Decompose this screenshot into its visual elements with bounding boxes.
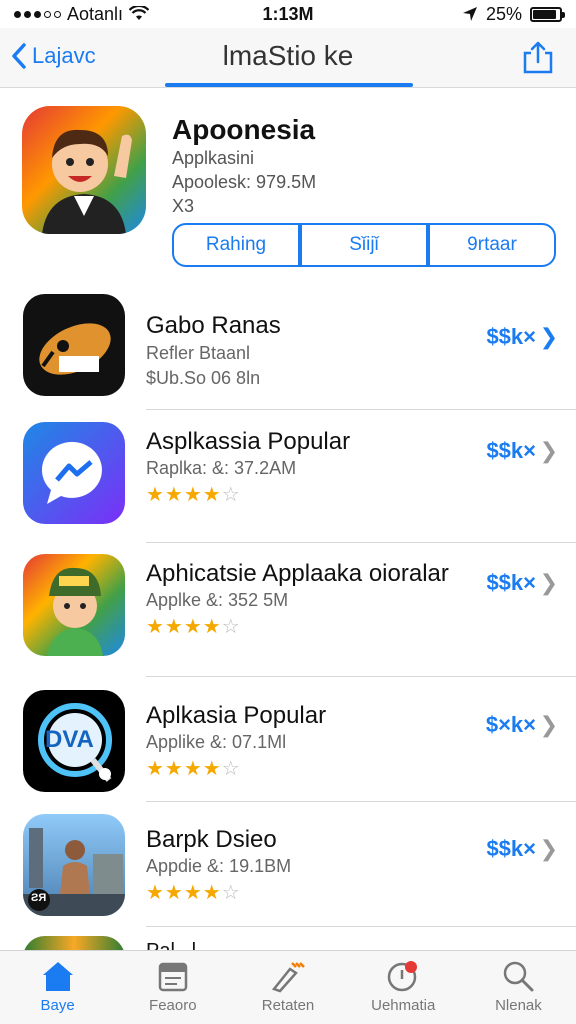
app-icon-badge: ƧЯ bbox=[31, 892, 47, 904]
app-price[interactable]: $$k× bbox=[486, 836, 536, 862]
tab-label: Feaoro bbox=[149, 997, 197, 1014]
app-extra: $Ub.So 06 8ln bbox=[146, 368, 261, 388]
segment-rating[interactable]: Rahing bbox=[172, 223, 300, 267]
list-item[interactable]: Aphicatsie Applaaka oioralar Applke &: 3… bbox=[0, 554, 576, 686]
share-button[interactable] bbox=[520, 40, 556, 76]
updates-icon bbox=[387, 961, 418, 992]
app-name: Barpk Dsieo bbox=[146, 826, 277, 853]
tab-search[interactable]: Nlenak bbox=[461, 951, 576, 1024]
app-meta: Applike &: 07.1Ml bbox=[146, 732, 287, 752]
list-item[interactable]: Gabo Ranas Refler Btaanl $Ub.So 06 8ln $… bbox=[0, 294, 576, 426]
tab-updates[interactable]: Uehmatia bbox=[346, 951, 461, 1024]
tab-label: Nlenak bbox=[495, 997, 542, 1014]
app-icon-logo: DVA bbox=[45, 726, 94, 753]
app-price[interactable]: $$k× bbox=[486, 438, 536, 464]
segment-right[interactable]: 9rtaar bbox=[428, 223, 556, 267]
featured-app-age: X3 bbox=[172, 196, 195, 216]
featured-app-icon[interactable] bbox=[22, 106, 146, 234]
star-rating: ★★★★☆ bbox=[146, 758, 241, 780]
row-divider bbox=[146, 542, 576, 543]
share-icon bbox=[523, 41, 553, 74]
app-name: Asplkassia Popular bbox=[146, 428, 351, 455]
app-icon bbox=[23, 294, 125, 396]
title-underline bbox=[165, 83, 413, 87]
featured-app-size: Apoolesk: 979.5M bbox=[172, 172, 317, 192]
star-rating: ★★★★☆ bbox=[146, 616, 241, 638]
battery-percent: 25% bbox=[485, 3, 522, 24]
home-icon bbox=[42, 962, 73, 991]
categories-icon bbox=[271, 962, 305, 993]
featured-app-name: Apoonesia bbox=[172, 114, 316, 145]
page-title: lmaStio ke bbox=[222, 40, 354, 71]
status-left: Aotanlı bbox=[14, 4, 214, 25]
status-right: 25% bbox=[362, 3, 565, 25]
segmented-control: Rahing Sǐijǐ 9rtaar bbox=[172, 223, 556, 267]
nav-bar: Lajavc lmaStio ke bbox=[0, 28, 576, 88]
tab-home[interactable]: Baye bbox=[0, 951, 115, 1024]
chevron-right-icon: ❯ bbox=[539, 712, 558, 737]
chevron-right-icon: ❯ bbox=[539, 570, 558, 595]
app-price[interactable]: $$k× bbox=[486, 324, 536, 350]
tab-label: Uehmatia bbox=[371, 997, 436, 1014]
tab-featured[interactable]: Feaoro bbox=[115, 951, 230, 1024]
chevron-right-icon: ❯ bbox=[539, 438, 558, 463]
battery-fill bbox=[533, 9, 557, 19]
chevron-right-icon: ❯ bbox=[539, 324, 558, 349]
app-price[interactable]: $$k× bbox=[486, 570, 536, 596]
status-bar: Aotanlı 1:13M 25% bbox=[0, 0, 576, 28]
chevron-right-icon: ❯ bbox=[539, 836, 558, 861]
carrier-label: Aotanlı bbox=[67, 3, 124, 24]
segment-middle[interactable]: Sǐijǐ bbox=[300, 223, 428, 267]
app-icon bbox=[23, 554, 125, 656]
app-icon: DVA bbox=[23, 690, 125, 792]
location-icon bbox=[462, 7, 477, 21]
app-meta: Applke &: 352 5M bbox=[146, 590, 289, 610]
row-divider bbox=[146, 409, 576, 410]
star-rating: ★★★★☆ bbox=[146, 882, 241, 904]
featured-app-category: Applkasini bbox=[172, 148, 255, 168]
app-name: Aphicatsie Applaaka oioralar bbox=[146, 560, 449, 587]
signal-dots-icon bbox=[14, 10, 61, 18]
tab-categories[interactable]: Retaten bbox=[230, 951, 345, 1024]
row-divider bbox=[146, 801, 576, 802]
row-divider bbox=[146, 676, 576, 677]
list-item[interactable]: DVA Aplkasia Popular Applike &: 07.1Ml ★… bbox=[0, 690, 576, 822]
featured-app: Apoonesia Applkasini Apoolesk: 979.5M X3… bbox=[0, 96, 576, 276]
tab-label: Baye bbox=[40, 997, 75, 1014]
app-icon bbox=[23, 422, 125, 524]
app-name: Aplkasia Popular bbox=[146, 702, 327, 729]
tab-label: Retaten bbox=[261, 997, 315, 1014]
app-meta: Refler Btaanl bbox=[146, 343, 251, 363]
wifi-icon bbox=[129, 6, 150, 20]
featured-icon bbox=[158, 962, 188, 992]
app-meta: Raplka: &: 37.2AM bbox=[146, 458, 297, 478]
app-name: Gabo Ranas bbox=[146, 312, 281, 339]
tab-bar: Baye Feaoro Retaten Uehmatia Nlenak bbox=[0, 950, 576, 1024]
search-icon bbox=[504, 961, 534, 992]
app-price[interactable]: $×k× bbox=[486, 712, 536, 738]
app-meta: Appdie &: 19.1BM bbox=[146, 856, 292, 876]
app-icon: ƧЯ bbox=[23, 814, 125, 916]
star-rating: ★★★★☆ bbox=[146, 484, 241, 506]
row-divider bbox=[146, 926, 576, 927]
battery-icon bbox=[530, 6, 565, 22]
status-time: 1:13M bbox=[262, 3, 314, 24]
list-item[interactable]: Asplkassia Popular Raplka: &: 37.2AM ★★★… bbox=[0, 422, 576, 554]
